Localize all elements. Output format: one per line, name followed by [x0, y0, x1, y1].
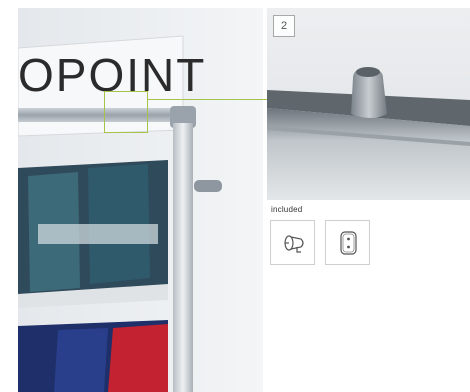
- rail-knob-closeup: [267, 8, 470, 200]
- included-label: included: [271, 205, 303, 214]
- callout-highlight-box: [104, 91, 148, 133]
- main-product-photo: OPOINT: [18, 8, 263, 392]
- included-part-plate: [325, 220, 370, 265]
- detail-closeup-photo: [267, 8, 470, 200]
- step-number-badge: 2: [273, 15, 295, 37]
- knob-connector-icon: [284, 235, 304, 253]
- included-part-knob: [270, 220, 315, 265]
- mounting-plate-icon: [340, 231, 357, 255]
- callout-connector-line: [148, 99, 267, 100]
